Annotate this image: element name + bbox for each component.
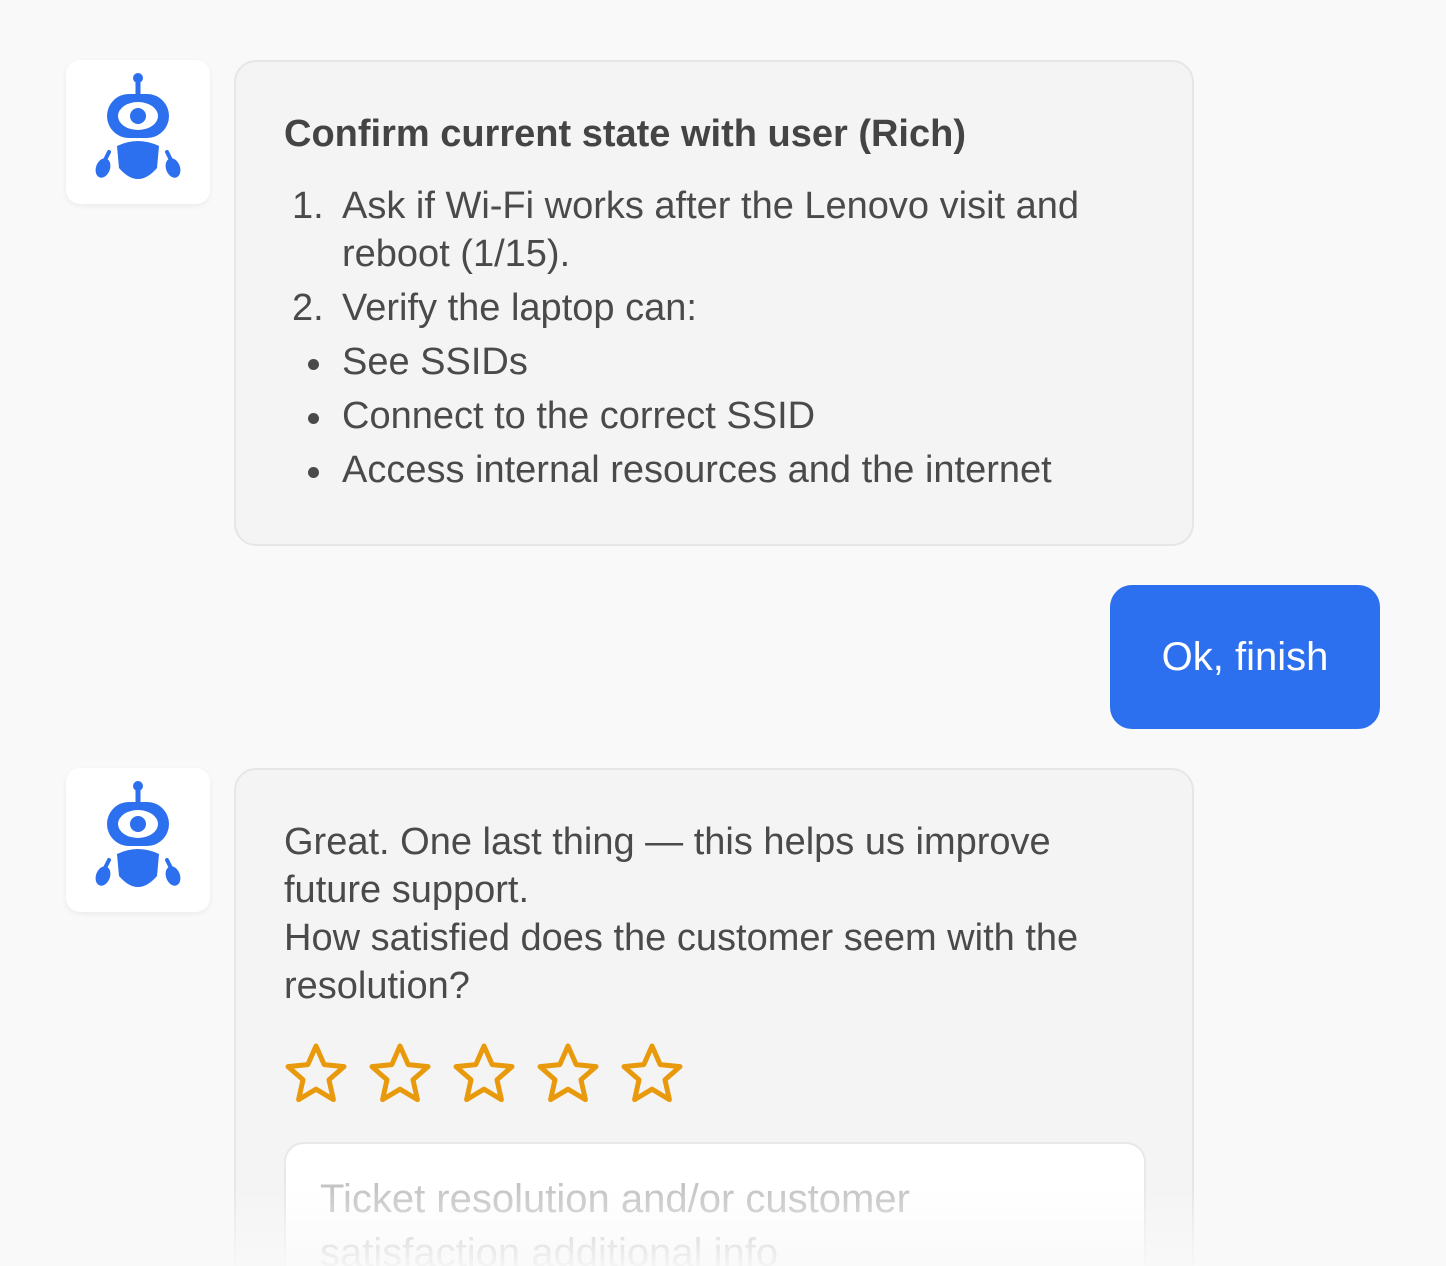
bot-message: Confirm current state with user (Rich) 1… xyxy=(234,60,1194,546)
star-outline-icon xyxy=(285,1043,347,1103)
list-item: 1. Ask if Wi-Fi works after the Lenovo v… xyxy=(284,182,1146,278)
bot-avatar xyxy=(66,768,210,912)
list-item-text: Access internal resources and the intern… xyxy=(342,449,1052,491)
bullet-icon xyxy=(308,467,319,478)
list-item-text: Verify the laptop can: xyxy=(342,287,697,329)
star-rating xyxy=(284,1042,1146,1106)
ordered-list: 1. Ask if Wi-Fi works after the Lenovo v… xyxy=(284,182,1146,332)
list-item-text: See SSIDs xyxy=(342,341,528,383)
list-item: 2. Verify the laptop can: xyxy=(284,284,1146,332)
list-item: Connect to the correct SSID xyxy=(284,392,1146,440)
star-outline-icon xyxy=(453,1043,515,1103)
message-title: Confirm current state with user (Rich) xyxy=(284,113,966,155)
star-outline-icon xyxy=(369,1043,431,1103)
star-outline-icon xyxy=(537,1043,599,1103)
message-text: How satisfied does the customer seem wit… xyxy=(284,917,1079,1007)
bullet-icon xyxy=(308,359,319,370)
list-item: Access internal resources and the intern… xyxy=(284,446,1146,494)
star-3-button[interactable] xyxy=(452,1042,516,1106)
list-item-text: Ask if Wi-Fi works after the Lenovo visi… xyxy=(342,185,1080,275)
list-item-text: Connect to the correct SSID xyxy=(342,395,816,437)
user-message: Ok, finish xyxy=(1110,585,1380,729)
list-item: See SSIDs xyxy=(284,338,1146,386)
list-number: 2. xyxy=(292,287,324,329)
chat-page: Confirm current state with user (Rich) 1… xyxy=(0,0,1446,1266)
user-message-text: Ok, finish xyxy=(1161,634,1329,679)
bot-message: Great. One last thing — this helps us im… xyxy=(234,768,1194,1266)
message-text: Great. One last thing — this helps us im… xyxy=(284,821,1051,911)
star-4-button[interactable] xyxy=(536,1042,600,1106)
bullet-icon xyxy=(308,413,319,424)
list-number: 1. xyxy=(292,185,324,227)
bullet-list: See SSIDs Connect to the correct SSID Ac… xyxy=(284,338,1146,494)
robot-icon xyxy=(95,781,181,887)
star-1-button[interactable] xyxy=(284,1042,348,1106)
robot-icon xyxy=(95,73,181,179)
star-outline-icon xyxy=(621,1043,683,1103)
resolution-notes-field[interactable] xyxy=(284,1142,1146,1266)
bot-avatar xyxy=(66,60,210,204)
star-5-button[interactable] xyxy=(620,1042,684,1106)
star-2-button[interactable] xyxy=(368,1042,432,1106)
